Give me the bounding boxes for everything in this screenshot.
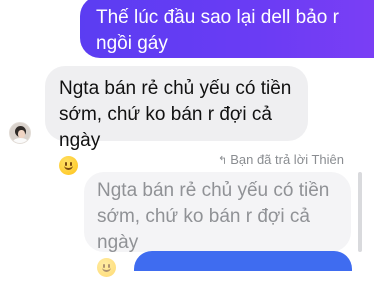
reply-arrow-icon: ↰ (217, 155, 228, 167)
quoted-message-text: Ngta bán rẻ chủ yếu có tiền sớm, chứ ko … (97, 180, 330, 253)
smiling-emoji-icon (97, 258, 116, 277)
reply-indicator-label: Bạn đã trả lời Thiên (230, 152, 344, 167)
reply-indicator: ↰ Bạn đã trả lời Thiên (218, 152, 344, 167)
sender-avatar[interactable] (9, 122, 31, 144)
incoming-message-bubble[interactable]: Ngta bán rẻ chủ yếu có tiền sớm, chứ ko … (45, 66, 308, 175)
smiling-emoji-icon (59, 156, 78, 175)
quote-indicator-bar (358, 172, 362, 252)
outgoing-message-bubble[interactable]: Thế lúc đầu sao lại dell bảo r ngồi gáy (80, 0, 374, 58)
quoted-message-bubble[interactable]: Ngta bán rẻ chủ yếu có tiền sớm, chứ ko … (84, 172, 351, 277)
incoming-message-text: Ngta bán rẻ chủ yếu có tiền sớm, chứ ko … (59, 78, 292, 151)
outgoing-reply-bubble[interactable] (134, 251, 352, 271)
outgoing-message-text: Thế lúc đầu sao lại dell bảo r ngồi gáy (96, 7, 339, 54)
